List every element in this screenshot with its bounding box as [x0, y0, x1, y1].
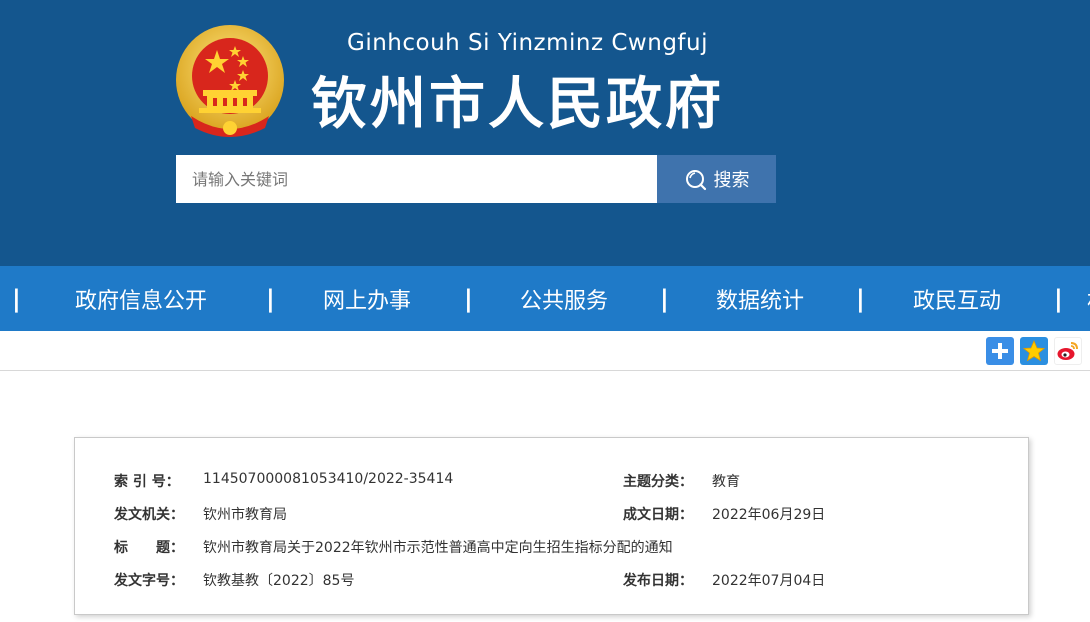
info-row-topic: 主题分类： 教育	[623, 471, 740, 491]
nav-item-interaction[interactable]: 政民互动	[860, 283, 1054, 315]
nav-item-gov-info[interactable]: 政府信息公开	[16, 283, 266, 315]
nav-item-more[interactable]: 村	[1058, 283, 1090, 315]
info-row-pubdate: 发布日期： 2022年07月04日	[623, 570, 825, 590]
index-value: 114507000081053410/2022-35414	[203, 471, 454, 487]
search-button[interactable]: 搜索	[657, 155, 776, 203]
nav-item-online-service[interactable]: 网上办事	[270, 283, 464, 315]
date-label: 成文日期：	[623, 507, 693, 523]
plus-share-icon[interactable]	[986, 337, 1014, 365]
search-button-label: 搜索	[713, 170, 750, 191]
pubdate-value: 2022年07月04日	[712, 573, 826, 589]
main-nav: | 政府信息公开 | 网上办事 | 公共服务 | 数据统计 | 政民互动 | 村	[0, 266, 1090, 331]
docno-label: 发文字号：	[114, 573, 184, 589]
info-row-date: 成文日期： 2022年06月29日	[623, 504, 825, 524]
title-label: 标 题：	[114, 540, 184, 556]
date-value: 2022年06月29日	[712, 507, 826, 523]
site-header: Ginhcouh Si Yinzminz Cwngfuj 钦州市人民政府 搜索	[0, 0, 1090, 266]
weibo-icon[interactable]	[1054, 337, 1082, 365]
info-row-title: 标 题： 钦州市教育局关于2022年钦州市示范性普通高中定向生招生指标分配的通知	[114, 537, 673, 557]
info-row-index: 索 引 号： 114507000081053410/2022-35414	[114, 471, 453, 491]
search-input[interactable]	[176, 155, 657, 203]
document-info-box: 索 引 号： 114507000081053410/2022-35414 主题分…	[74, 437, 1029, 615]
index-label: 索 引 号：	[114, 474, 180, 490]
qzone-star-icon[interactable]	[1020, 337, 1048, 365]
topic-value: 教育	[712, 474, 740, 490]
share-bar	[0, 331, 1090, 371]
nav-item-public-service[interactable]: 公共服务	[468, 283, 660, 315]
search-icon	[685, 170, 706, 191]
docno-value: 钦教基教〔2022〕85号	[203, 573, 355, 589]
pubdate-label: 发布日期：	[623, 573, 693, 589]
site-subtitle: Ginhcouh Si Yinzminz Cwngfuj	[347, 30, 708, 56]
site-title: 钦州市人民政府	[311, 72, 724, 137]
issuer-label: 发文机关：	[114, 507, 184, 523]
info-row-issuer: 发文机关： 钦州市教育局	[114, 504, 287, 524]
issuer-value: 钦州市教育局	[203, 507, 287, 523]
title-value: 钦州市教育局关于2022年钦州市示范性普通高中定向生招生指标分配的通知	[203, 540, 673, 556]
info-row-docno: 发文字号： 钦教基教〔2022〕85号	[114, 570, 354, 590]
topic-label: 主题分类：	[623, 474, 693, 490]
nav-item-data-stats[interactable]: 数据统计	[664, 283, 856, 315]
national-emblem-icon	[176, 25, 284, 137]
